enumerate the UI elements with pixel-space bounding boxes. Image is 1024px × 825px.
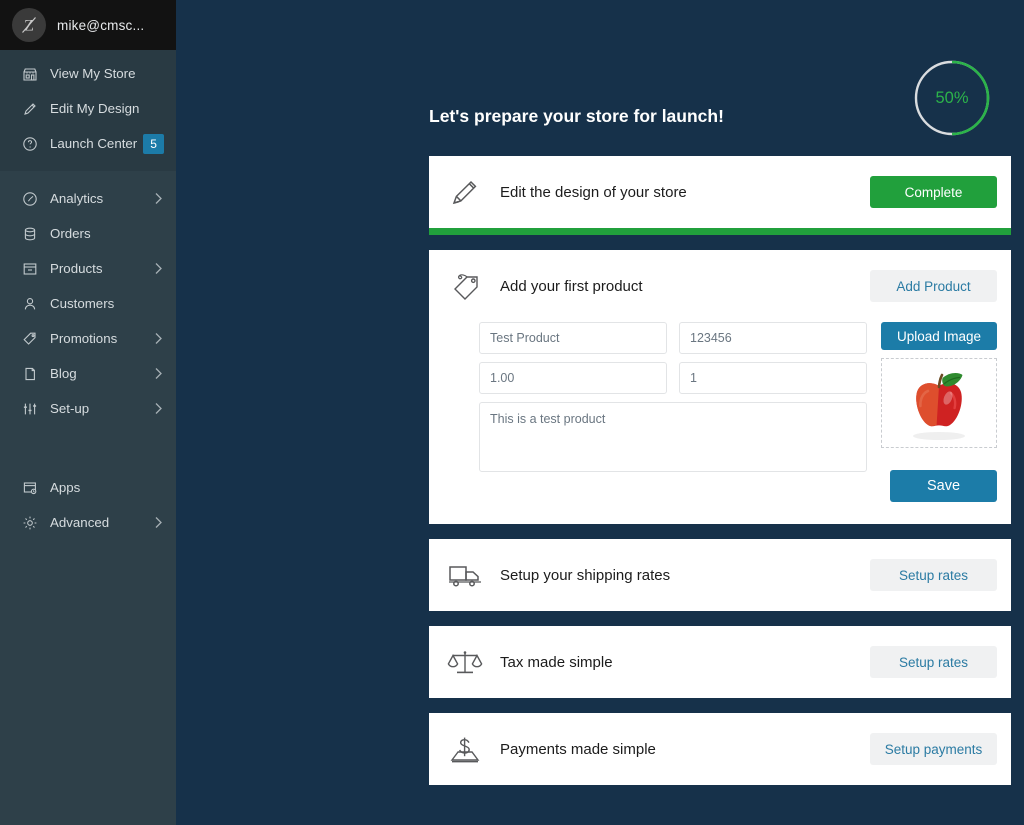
price-tag-icon [442,263,488,309]
scales-icon [442,639,488,685]
svg-text:Z: Z [24,18,34,35]
sidebar-item-label: Products [50,261,103,276]
progress-percent-label: 50% [935,88,969,107]
sidebar-item-launch-center[interactable]: Launch Center 5 [0,126,176,161]
sidebar-item-view-my-store[interactable]: View My Store [0,56,176,91]
dollar-stand-icon [442,726,488,772]
sidebar-top-section: View My Store Edit My Design Launch Cent… [0,50,176,171]
save-product-button[interactable]: Save [890,470,997,502]
sidebar-item-advanced[interactable]: Advanced [0,505,176,540]
card-title: Tax made simple [500,653,613,671]
sidebar-item-analytics[interactable]: Analytics [0,181,176,216]
product-form-fields [479,322,881,502]
upload-image-button[interactable]: Upload Image [881,322,997,350]
sidebar-item-customers[interactable]: Customers [0,286,176,321]
add-product-button[interactable]: Add Product [870,270,997,302]
chevron-right-icon [154,516,163,529]
product-thumbnail[interactable] [881,358,997,448]
sidebar-item-label: Edit My Design [50,101,140,116]
sidebar-item-label: Orders [50,226,91,241]
sliders-icon [20,399,39,418]
apple-image [884,360,994,446]
product-sku-input[interactable] [679,322,867,354]
apps-icon [20,478,39,497]
box-icon [20,259,39,278]
person-icon [20,294,39,313]
sidebar: Z mike@cmsc... View My Store Edit My Des… [0,0,176,825]
sidebar-bottom-section: Apps Advanced [0,456,176,544]
notebook-icon [20,364,39,383]
product-price-input[interactable] [479,362,667,394]
sidebar-item-label: Apps [50,480,81,495]
sidebar-item-label: Advanced [50,515,110,530]
sidebar-item-label: View My Store [50,66,136,81]
pencil-icon [442,169,488,215]
sidebar-item-label: Set-up [50,401,90,416]
product-form: Upload Image [429,322,1011,524]
sidebar-item-set-up[interactable]: Set-up [0,391,176,426]
sidebar-item-label: Blog [50,366,77,381]
card-title: Add your first product [500,277,643,295]
product-quantity-input[interactable] [679,362,867,394]
truck-icon [442,552,488,598]
card-add-product: Add your first product Add Product Test … [429,250,1011,524]
product-name-input[interactable] [479,322,667,354]
sidebar-item-edit-my-design[interactable]: Edit My Design [0,91,176,126]
launch-center-badge: 5 [143,133,164,154]
setup-shipping-rates-button[interactable]: Setup rates [870,559,997,591]
chevron-right-icon [154,262,163,275]
chevron-right-icon [154,192,163,205]
header: Let's prepare your store for launch! 50% [176,0,1011,156]
account-bar[interactable]: Z mike@cmsc... [0,0,176,50]
card-payments: Payments made simple Setup payments [429,713,1011,785]
speedometer-icon [20,189,39,208]
launch-checklist: Edit the design of your store Complete A… [176,156,1011,785]
main-content: Let's prepare your store for launch! 50% [176,0,1024,825]
card-title: Setup your shipping rates [500,566,671,584]
product-description-input[interactable] [479,402,867,472]
card-edit-design: Edit the design of your store Complete [429,156,1011,235]
card-progress-strip [429,228,1011,235]
sidebar-item-label: Customers [50,296,115,311]
sidebar-item-blog[interactable]: Blog [0,356,176,391]
tag-icon [20,329,39,348]
complete-button[interactable]: Complete [870,176,997,208]
sidebar-item-promotions[interactable]: Promotions [0,321,176,356]
launch-progress-ring: 50% [913,59,991,137]
sidebar-item-apps[interactable]: Apps [0,470,176,505]
account-name: mike@cmsc... [57,17,145,33]
card-title: Payments made simple [500,740,656,758]
card-shipping-rates: Setup your shipping rates Setup rates [429,539,1011,611]
chevron-right-icon [154,367,163,380]
sidebar-item-label: Promotions [50,331,118,346]
database-icon [20,224,39,243]
sidebar-main-section: Analytics Orders Products Customers Prom… [0,171,176,430]
storefront-icon [20,64,39,83]
z-logo-icon: Z [22,17,36,35]
product-image-column: Upload Image Save [881,322,997,502]
question-circle-icon [20,134,39,153]
card-tax: Tax made simple Setup rates [429,626,1011,698]
sidebar-item-label: Launch Center [50,136,138,151]
setup-payments-button[interactable]: Setup payments [870,733,997,765]
setup-tax-rates-button[interactable]: Setup rates [870,646,997,678]
chevron-right-icon [154,402,163,415]
sidebar-item-label: Analytics [50,191,104,206]
page-title: Let's prepare your store for launch! [429,106,724,126]
card-title: Edit the design of your store [500,183,687,201]
app-root: Z mike@cmsc... View My Store Edit My Des… [0,0,1024,825]
sidebar-item-orders[interactable]: Orders [0,216,176,251]
sidebar-divider [0,430,176,456]
chevron-right-icon [154,332,163,345]
avatar: Z [12,8,46,42]
pencil-icon [20,99,39,118]
gear-icon [20,513,39,532]
sidebar-item-products[interactable]: Products [0,251,176,286]
